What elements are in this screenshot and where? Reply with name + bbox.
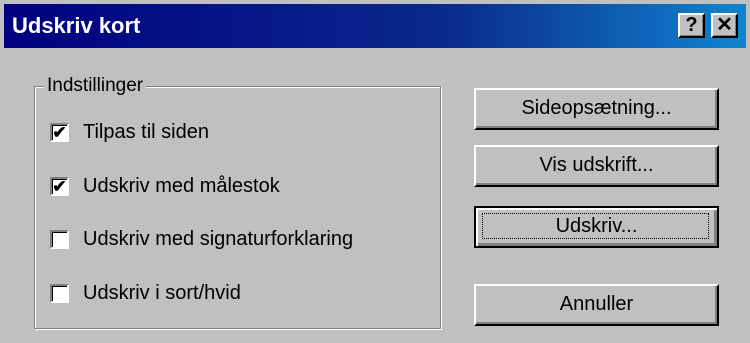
print-with-legend-option[interactable]: Udskriv med signaturforklaring	[50, 226, 353, 252]
close-icon: ✕	[716, 14, 733, 36]
checkmark-icon: ✔	[52, 176, 67, 196]
close-button[interactable]: ✕	[711, 13, 738, 38]
print-with-legend-checkbox[interactable]	[50, 229, 69, 249]
help-button[interactable]: ?	[678, 13, 705, 38]
print-map-dialog: Udskriv kort ? ✕ Indstillinger ✔ Tilpas …	[0, 0, 750, 343]
print-black-white-label: Udskriv i sort/hvid	[83, 282, 241, 304]
cancel-button[interactable]: Annuller	[474, 284, 719, 326]
page-setup-label: Sideopsætning...	[521, 97, 672, 119]
print-black-white-option[interactable]: Udskriv i sort/hvid	[50, 280, 241, 306]
print-preview-button[interactable]: Vis udskrift...	[474, 145, 719, 187]
window-title: Udskriv kort	[12, 13, 141, 38]
fit-to-page-checkbox[interactable]: ✔	[50, 122, 69, 142]
print-with-scale-checkbox[interactable]: ✔	[50, 176, 69, 196]
print-label: Udskriv...	[555, 215, 638, 237]
print-with-legend-label: Udskriv med signaturforklaring	[83, 228, 354, 250]
settings-group-label: Indstillinger	[44, 74, 147, 98]
print-with-scale-option[interactable]: ✔ Udskriv med målestok	[50, 173, 280, 199]
fit-to-page-label: Tilpas til siden	[83, 121, 209, 143]
fit-to-page-option[interactable]: ✔ Tilpas til siden	[50, 119, 209, 145]
print-button[interactable]: Udskriv...	[474, 206, 719, 248]
title-bar[interactable]: Udskriv kort ? ✕	[4, 4, 746, 48]
question-mark-icon: ?	[685, 14, 698, 36]
page-setup-button[interactable]: Sideopsætning...	[474, 88, 719, 130]
print-black-white-checkbox[interactable]	[50, 283, 69, 303]
cancel-label: Annuller	[559, 293, 634, 315]
print-preview-label: Vis udskrift...	[539, 154, 654, 176]
checkmark-icon: ✔	[52, 122, 67, 142]
print-with-scale-label: Udskriv med målestok	[83, 175, 280, 197]
